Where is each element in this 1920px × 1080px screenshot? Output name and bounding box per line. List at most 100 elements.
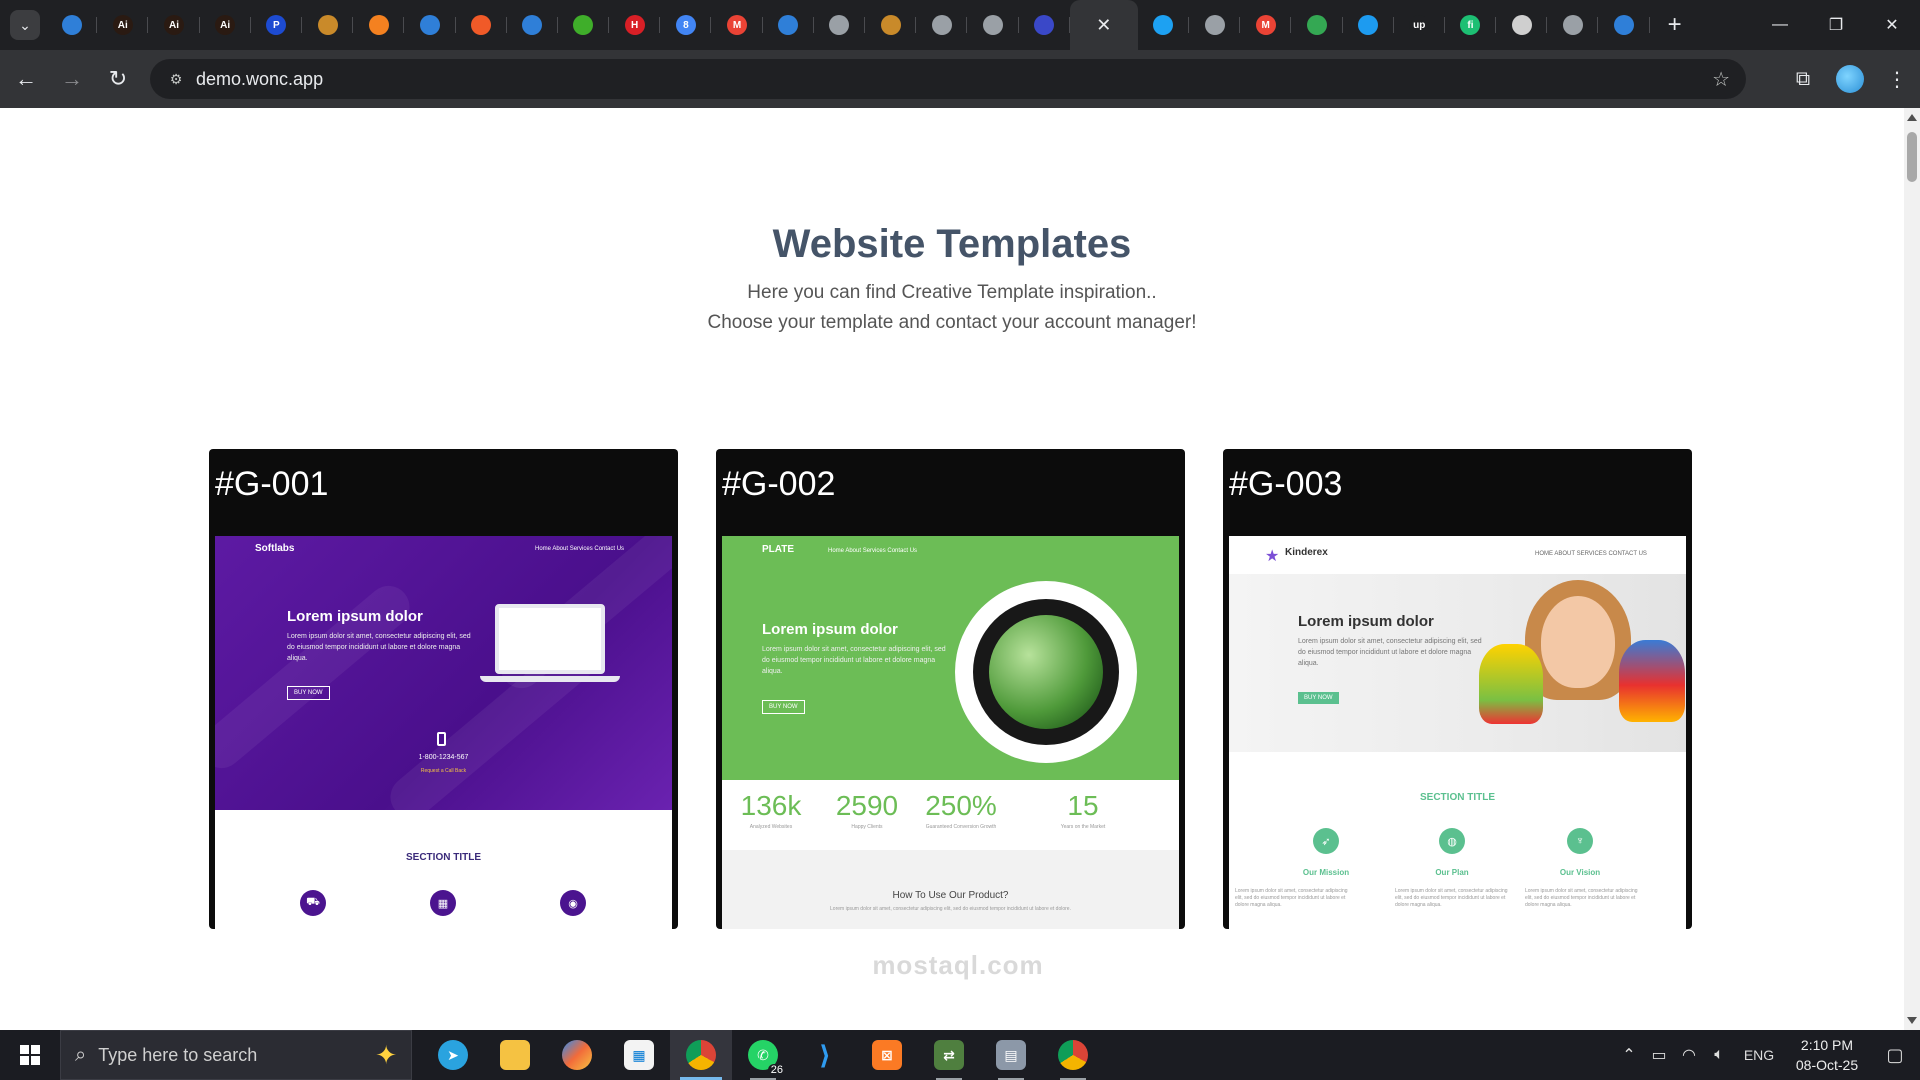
preview-section-title: SECTION TITLE [1420, 792, 1495, 803]
browser-tab[interactable] [763, 0, 815, 50]
chrome-app[interactable] [670, 1030, 732, 1080]
feature-caption: Our Mission [1302, 868, 1350, 877]
close-tab-icon[interactable]: ✕ [1096, 15, 1111, 36]
vscode-app[interactable]: ⟩ [794, 1030, 856, 1080]
feature-caption: Our Plan [1435, 868, 1469, 877]
chevron-up-icon[interactable]: ⌃ [1614, 1045, 1644, 1065]
restore-button[interactable]: ❐ [1808, 0, 1864, 50]
scroll-down-arrow[interactable] [1907, 1017, 1917, 1024]
site-info-icon[interactable]: ⚙ [156, 71, 196, 88]
close-window-button[interactable]: ✕ [1864, 0, 1920, 50]
address-bar[interactable]: ⚙ demo.wonc.app ☆ [150, 59, 1746, 99]
url-text[interactable]: demo.wonc.app [196, 69, 323, 90]
chrome-profile-app[interactable] [1042, 1030, 1104, 1080]
scroll-up-arrow[interactable] [1907, 114, 1917, 121]
browser-tab[interactable] [1019, 0, 1070, 50]
p-icon: P [266, 15, 287, 35]
template-card-g003[interactable]: #G-003 ★ Kinderex HOME ABOUT SERVICES CO… [1223, 449, 1692, 929]
file-explorer-app[interactable] [484, 1030, 546, 1080]
browser-tab[interactable] [302, 0, 354, 50]
browser-tab[interactable] [967, 0, 1019, 50]
browser-tab[interactable]: H [609, 0, 661, 50]
browser-tab[interactable] [916, 0, 968, 50]
template-preview[interactable]: Softlabs Home About Services Contact Us … [215, 536, 672, 929]
browser-tab[interactable]: M [711, 0, 763, 50]
extensions-button[interactable]: ⧉ [1780, 68, 1826, 91]
whatsapp-app[interactable]: ✆ 26 [732, 1030, 794, 1080]
browser-tab[interactable]: Ai [97, 0, 149, 50]
microsoft-store-app[interactable]: ▦ [608, 1030, 670, 1080]
preview-how-title: How To Use Our Product? [892, 890, 1009, 901]
menu-button[interactable]: ⋮ [1874, 67, 1920, 92]
stat-value: 2590 [835, 790, 899, 821]
browser-tab[interactable] [1496, 0, 1548, 50]
reload-button[interactable]: ↻ [98, 59, 138, 99]
preview-buy-button: BUY NOW [1298, 692, 1339, 704]
browser-tab[interactable] [1343, 0, 1394, 50]
server-app[interactable]: ▤ [980, 1030, 1042, 1080]
browser-tab[interactable]: Ai [200, 0, 251, 50]
feature-caption: Our Vision [1559, 868, 1601, 877]
new-tab-button[interactable]: + [1660, 11, 1690, 39]
browser-tab[interactable] [1598, 0, 1650, 50]
browser-tab[interactable]: Ai [148, 0, 200, 50]
cart-icon: ⛟ [300, 890, 326, 916]
browser-tab[interactable] [1138, 0, 1190, 50]
taskbar-clock[interactable]: 2:10 PM 08-Oct-25 [1784, 1035, 1870, 1075]
profile-avatar[interactable] [1836, 65, 1864, 93]
photo-face [1541, 596, 1615, 688]
browser-tab[interactable] [456, 0, 507, 50]
page-scrollbar[interactable] [1904, 108, 1920, 1030]
scroll-thumb[interactable] [1907, 132, 1917, 182]
tab-search-button[interactable]: ⌄ [10, 10, 40, 40]
restore-icon: ❐ [1828, 17, 1844, 34]
browser-tab[interactable]: M [1240, 0, 1292, 50]
start-button[interactable] [0, 1030, 60, 1080]
browser-tab[interactable] [353, 0, 405, 50]
copilot-app[interactable] [546, 1030, 608, 1080]
browser-tab[interactable]: P [251, 0, 303, 50]
browser-tab[interactable] [865, 0, 917, 50]
language-indicator[interactable]: ENG [1734, 1047, 1784, 1063]
network-app[interactable]: ⇄ [918, 1030, 980, 1080]
browser-tab[interactable]: 8 [660, 0, 712, 50]
browser-tab[interactable]: fi [1445, 0, 1497, 50]
minimize-button[interactable]: — [1752, 0, 1808, 50]
back-button[interactable]: ← [6, 59, 46, 99]
template-card-g002[interactable]: #G-002 PLATE Home About Services Contact… [716, 449, 1185, 929]
forward-button[interactable]: → [52, 59, 92, 99]
plus-icon: + [1667, 11, 1682, 38]
template-card-g001[interactable]: #G-001 Softlabs Home About Services Cont… [209, 449, 678, 929]
preview-hero-title: Lorem ipsum dolor [287, 608, 423, 625]
browser-tab-active[interactable]: ✕ [1069, 0, 1138, 50]
stat-label: Guaranteed Conversion Growth [925, 824, 997, 830]
volume-icon[interactable]: 🔈︎ [1704, 1046, 1734, 1064]
preview-hero-title: Lorem ipsum dolor [1298, 613, 1434, 630]
preview-brand: Kinderex [1285, 547, 1328, 558]
taskbar-search[interactable]: ⌕ Type here to search ✦ [60, 1030, 412, 1080]
telegram-app[interactable]: ➤ [422, 1030, 484, 1080]
stat-item: 2590 Happy Clients [822, 790, 912, 830]
preview-brand: PLATE [762, 544, 795, 555]
notifications-icon[interactable]: ▢ [1870, 1045, 1920, 1066]
battery-icon[interactable]: ▭ [1644, 1045, 1674, 1065]
browser-tab[interactable] [404, 0, 456, 50]
template-preview[interactable]: ★ Kinderex HOME ABOUT SERVICES CONTACT U… [1229, 536, 1686, 929]
browser-tab[interactable] [814, 0, 866, 50]
preview-how-text: Lorem ipsum dolor sit amet, consectetur … [830, 906, 1071, 912]
bookmark-star-icon[interactable]: ☆ [1712, 67, 1730, 92]
template-preview[interactable]: PLATE Home About Services Contact Us Lor… [722, 536, 1179, 929]
browser-tab[interactable] [507, 0, 559, 50]
browser-tab[interactable] [1547, 0, 1599, 50]
browser-tab[interactable]: up [1394, 0, 1446, 50]
browser-tab[interactable] [46, 0, 98, 50]
page-subtitle-line2: Choose your template and contact your ac… [707, 312, 1197, 333]
xampp-app[interactable]: ⊠ [856, 1030, 918, 1080]
preview-nav: Home About Services Contact Us [535, 546, 625, 552]
salad-plate-image [955, 581, 1137, 763]
wifi-icon[interactable]: ◠ [1674, 1045, 1704, 1065]
phone-icon [437, 732, 446, 746]
browser-tab[interactable] [558, 0, 610, 50]
browser-tab[interactable] [1291, 0, 1343, 50]
browser-tab[interactable] [1189, 0, 1241, 50]
